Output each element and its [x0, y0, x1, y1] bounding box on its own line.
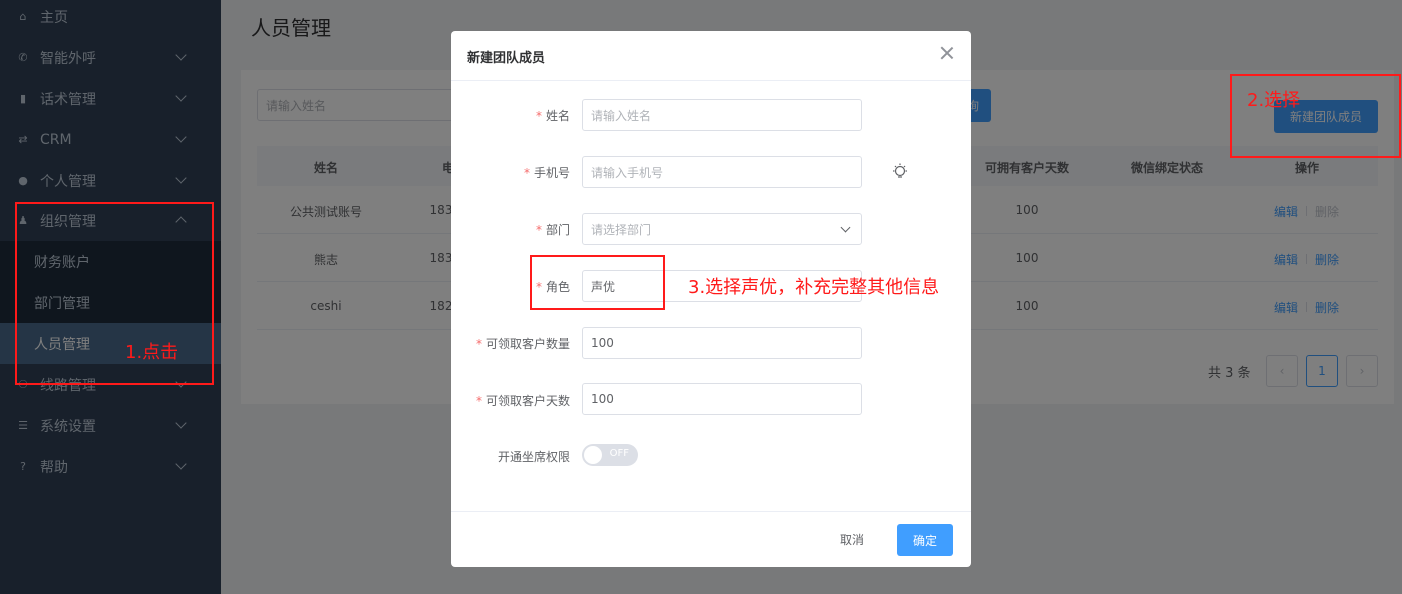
- required-mark: *: [475, 337, 482, 351]
- max-customers-label-text: 可领取客户数量: [485, 337, 570, 351]
- max-customers-field[interactable]: 100: [582, 327, 862, 359]
- switch-state-text: OFF: [609, 448, 629, 459]
- annotation-step2: 2.选择: [1247, 90, 1301, 111]
- annotation-step3: 3.选择声优，补充完整其他信息: [688, 277, 940, 298]
- cancel-button[interactable]: 取消: [840, 531, 864, 548]
- phone-label: * 手机号: [524, 164, 570, 181]
- annotation-step1: 1.点击: [125, 342, 179, 363]
- phone-field[interactable]: 请输入手机号: [582, 156, 862, 188]
- required-mark: *: [535, 223, 542, 237]
- dept-label: * 部门: [536, 221, 570, 238]
- name-field[interactable]: 请输入姓名: [582, 99, 862, 131]
- max-customers-label: * 可领取客户数量: [476, 335, 570, 352]
- seat-permission-switch[interactable]: OFF: [582, 444, 638, 466]
- phone-label-text: 手机号: [533, 166, 570, 180]
- dialog-title: 新建团队成员: [467, 51, 546, 66]
- max-days-field[interactable]: 100: [582, 383, 862, 415]
- close-icon[interactable]: [939, 45, 955, 61]
- chevron-down-icon: [840, 222, 851, 233]
- required-mark: *: [475, 394, 482, 408]
- required-mark: *: [535, 109, 542, 123]
- seat-permission-label: 开通坐席权限: [497, 450, 570, 464]
- dept-label-text: 部门: [545, 223, 570, 237]
- name-label-text: 姓名: [545, 109, 570, 123]
- switch-knob: [584, 446, 602, 464]
- max-days-label-text: 可领取客户天数: [485, 394, 570, 408]
- confirm-button[interactable]: 确定: [897, 524, 953, 556]
- annotation-box-step1: [15, 202, 214, 385]
- dialog-footer-divider: [451, 511, 971, 512]
- annotation-box-step3: [530, 255, 665, 310]
- dialog-header-divider: [451, 80, 971, 81]
- new-member-dialog: 新建团队成员 * 姓名 请输入姓名 * 手机号 请输入手机号 * 部门 请选择部门 *…: [451, 31, 971, 567]
- required-mark: *: [523, 166, 530, 180]
- dept-select-placeholder: 请选择部门: [591, 222, 652, 237]
- name-label: * 姓名: [536, 107, 570, 124]
- max-days-label: * 可领取客户天数: [476, 392, 570, 409]
- lightbulb-icon[interactable]: [892, 163, 908, 181]
- dept-select[interactable]: 请选择部门: [582, 213, 862, 245]
